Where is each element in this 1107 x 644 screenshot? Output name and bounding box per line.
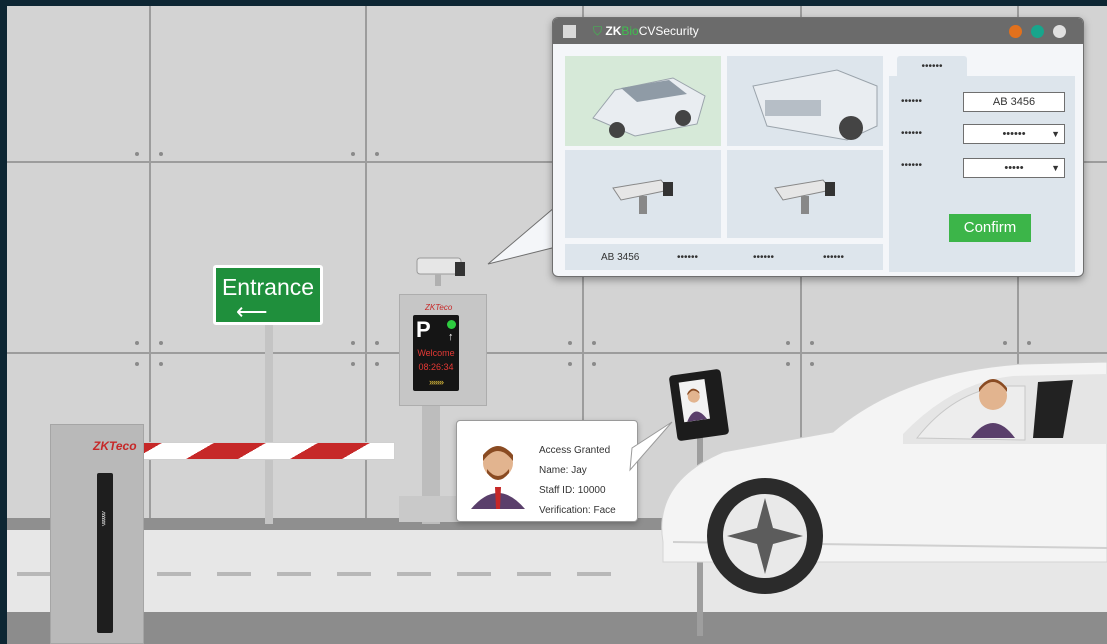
record-field: •••••• (823, 252, 845, 263)
record-field: •••••• (677, 252, 699, 263)
bolt (592, 341, 596, 345)
plate-input[interactable]: AB 3456 (963, 92, 1065, 112)
brand-product: CVSecurity (638, 24, 699, 38)
verification-method: Verification: Face (539, 505, 616, 516)
window-menu-icon[interactable] (563, 25, 576, 38)
select-1-value: •••••• (1002, 128, 1026, 140)
kiosk-brand-logo: ZKTeco (425, 303, 453, 312)
select-1[interactable]: •••••• ▼ (963, 124, 1065, 144)
bolt (351, 152, 355, 156)
entrance-sign-label: Entrance (221, 274, 315, 300)
barrier-gate: ZKTeco ^^^^^^ (50, 424, 144, 644)
bolt (159, 341, 163, 345)
parking-icon: P (416, 317, 431, 342)
chevron-down-icon: ▼ (1051, 163, 1060, 173)
titlebar: ⛉ ZKBioCVSecurity (553, 18, 1083, 44)
lane-dash (577, 572, 611, 576)
field-label: •••••• (901, 160, 923, 171)
bolt (786, 341, 790, 345)
access-status: Access Granted (539, 445, 611, 456)
camera-feed-rear[interactable] (727, 56, 883, 146)
camera-feed-front[interactable] (565, 56, 721, 146)
gate-indicator-panel: ^^^^^^ (97, 473, 113, 633)
plate-number: AB 3456 (601, 252, 640, 263)
camera-icon (416, 257, 465, 286)
bolt (159, 362, 163, 366)
camera-feed-lane-2[interactable] (727, 150, 883, 238)
minimize-button[interactable] (1009, 25, 1022, 38)
camera-icon (774, 179, 835, 214)
camera-icon (612, 179, 673, 214)
bolt (1027, 341, 1031, 345)
plate-record-row[interactable]: AB 3456 •••••• •••••• •••••• (565, 244, 883, 270)
kiosk-base (399, 496, 461, 522)
bolt (1003, 341, 1007, 345)
gate-brand-logo: ZKTeco (93, 439, 137, 453)
cvsecurity-window: ⛉ ZKBioCVSecurity AB 3456 •••••• •••••• … (552, 17, 1084, 277)
bolt (351, 341, 355, 345)
entrance-sign: Entrance ⟵ (213, 265, 323, 325)
bolt (375, 152, 379, 156)
shield-icon: ⛉ (593, 24, 603, 38)
car (653, 352, 1107, 600)
bolt (159, 152, 163, 156)
select-2[interactable]: ••••• ▼ (963, 158, 1065, 178)
arrow-up-icon: ↑ (448, 331, 454, 343)
left-arrow-icon: ⟵ (236, 299, 268, 324)
road-edge (7, 612, 1107, 644)
brand-zk: ZK (605, 24, 622, 38)
staff-id: Staff ID: 10000 (539, 485, 606, 496)
bolt (375, 362, 379, 366)
bolt (568, 341, 572, 345)
tab-details[interactable]: •••••• (897, 56, 967, 78)
user-name: Name: Jay (539, 465, 587, 476)
chevron-down-icon: ▼ (1051, 129, 1060, 139)
app-title: ⛉ ZKBioCVSecurity (593, 24, 699, 39)
lane-dash (277, 572, 311, 576)
bolt (135, 152, 139, 156)
close-button[interactable] (1053, 25, 1066, 38)
car-snapshot-icon (752, 69, 878, 141)
lane-dash (397, 572, 431, 576)
lane-dash (17, 572, 51, 576)
bolt (135, 362, 139, 366)
status-light (447, 320, 456, 329)
access-granted-card: Access Granted Name: Jay Staff ID: 10000… (456, 420, 638, 522)
sign-pole (265, 324, 273, 524)
car-snapshot-icon (592, 77, 706, 138)
welcome-text: Welcome (417, 348, 455, 358)
up-arrows-icon: ^^^^^^ (97, 511, 107, 525)
lane-dash (517, 572, 551, 576)
brand-bio: Bio (621, 24, 639, 38)
access-details: Access Granted Name: Jay Staff ID: 10000… (539, 441, 616, 521)
bolt (135, 341, 139, 345)
bolt (351, 362, 355, 366)
camera-feed-lane-1[interactable] (565, 150, 721, 238)
bolt (810, 341, 814, 345)
chevrons-icon: ››››››› (429, 377, 444, 387)
barrier-arm (143, 442, 395, 460)
record-field: •••••• (753, 252, 775, 263)
bolt (592, 362, 596, 366)
maximize-button[interactable] (1031, 25, 1044, 38)
bolt (375, 341, 379, 345)
field-label: •••••• (901, 96, 923, 107)
field-label: •••••• (901, 128, 923, 139)
lane-dash (157, 572, 191, 576)
select-2-value: ••••• (1004, 162, 1024, 174)
bolt (568, 362, 572, 366)
lane-dash (217, 572, 251, 576)
lane-dash (457, 572, 491, 576)
lane-dash (337, 572, 371, 576)
car-icon (661, 361, 1107, 594)
user-avatar (471, 446, 525, 509)
confirm-button[interactable]: Confirm (949, 214, 1031, 242)
display-time: 08:26:34 (418, 362, 454, 372)
parking-display: P ↑ Welcome 08:26:34 ››››››› (413, 315, 459, 391)
